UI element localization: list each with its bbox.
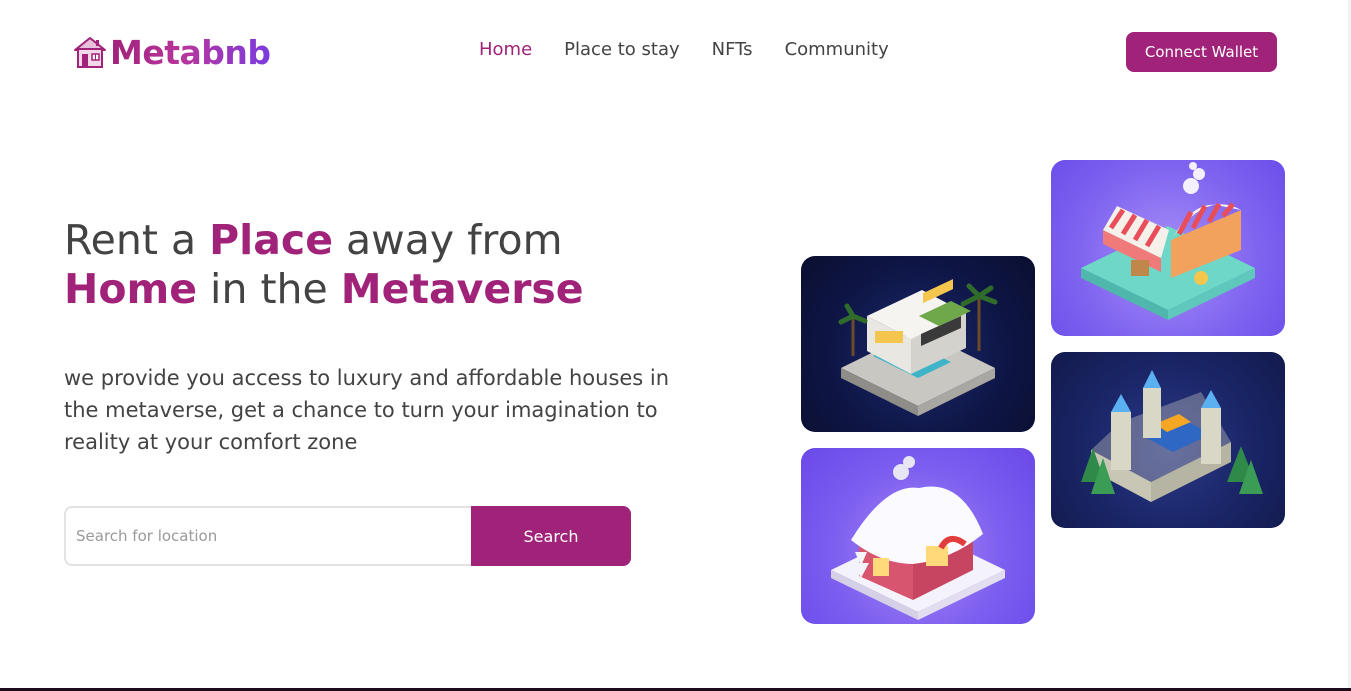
villa-image bbox=[801, 256, 1035, 432]
hero-title-part: away from bbox=[333, 216, 563, 264]
nav-item-place-to-stay[interactable]: Place to stay bbox=[564, 39, 680, 60]
search-bar: Search bbox=[64, 506, 631, 566]
house-icon bbox=[74, 37, 106, 68]
hero-title-part: Rent a bbox=[64, 216, 210, 264]
hero-title-part: in the bbox=[197, 265, 341, 313]
nav-item-community[interactable]: Community bbox=[785, 39, 889, 60]
search-input[interactable] bbox=[64, 506, 471, 566]
nav-item-home[interactable]: Home bbox=[479, 39, 532, 60]
market-image bbox=[1051, 160, 1285, 336]
main-nav: Home Place to stay NFTs Community bbox=[479, 39, 889, 60]
hero-title-highlight: Place bbox=[209, 216, 334, 264]
connect-wallet-button[interactable]: Connect Wallet bbox=[1126, 32, 1277, 72]
cottage-image bbox=[801, 448, 1035, 624]
landing-page: Metabnb Home Place to stay NFTs Communit… bbox=[0, 0, 1351, 691]
castle-image bbox=[1051, 352, 1285, 528]
hero-description: we provide you access to luxury and affo… bbox=[64, 366, 670, 454]
nav-item-nfts[interactable]: NFTs bbox=[712, 39, 753, 60]
hero-title: Rent a Place away from Home in the Metav… bbox=[64, 216, 704, 314]
brand-logo[interactable]: Metabnb bbox=[72, 32, 271, 72]
search-button[interactable]: Search bbox=[471, 506, 631, 566]
brand-name: Metabnb bbox=[110, 32, 271, 72]
hero-title-highlight: Metaverse bbox=[340, 265, 584, 313]
hero-title-highlight: Home bbox=[64, 265, 198, 313]
